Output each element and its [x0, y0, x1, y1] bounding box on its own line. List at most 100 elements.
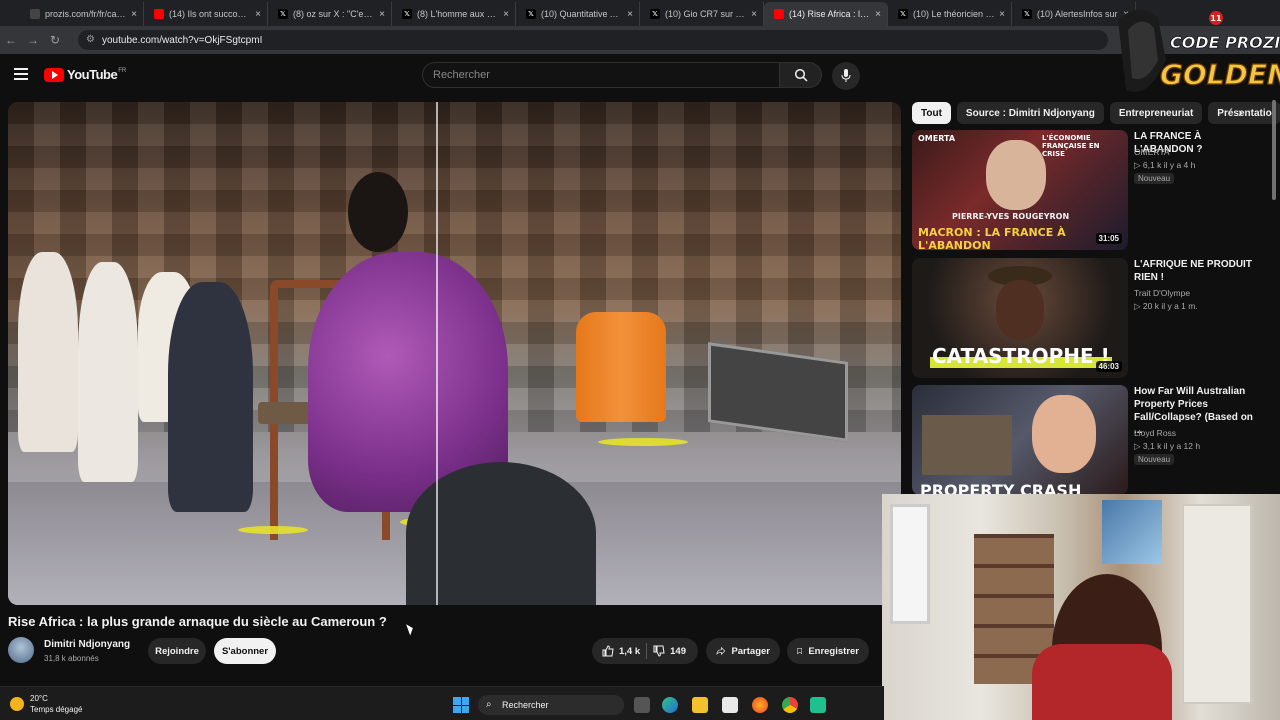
streamer-jersey — [1032, 644, 1172, 720]
microphone-icon — [841, 69, 851, 82]
video-player[interactable] — [8, 102, 901, 605]
browser-tab[interactable]: (14) Rise Africa : la pl × — [764, 2, 888, 26]
webcam-window — [890, 504, 930, 624]
store-icon[interactable] — [722, 697, 738, 713]
search-button[interactable] — [780, 62, 822, 88]
video-thumbnail[interactable]: CATASTROPHE ! 46:03 — [912, 258, 1128, 378]
new-badge: Nouveau — [1134, 173, 1175, 184]
weather-text: Temps dégagé — [30, 705, 83, 714]
share-button[interactable]: Partager — [706, 638, 780, 664]
recommendation-meta: ▷ 3,1 k il y a 12 h — [1134, 441, 1201, 451]
channel-avatar[interactable] — [8, 637, 34, 663]
thumbnail-house — [922, 415, 1012, 475]
video-thumbnail[interactable]: PROPERTY CRASH — [912, 385, 1128, 495]
webcam-poster — [1102, 500, 1162, 564]
video-duration: 46:03 — [1095, 361, 1122, 372]
video-title: Rise Africa : la plus grande arnaque du … — [8, 614, 387, 629]
weather-widget[interactable]: 20°C Temps dégagé — [10, 693, 82, 715]
stream-overlay-logo: 11 CODE PROZIS GOLDENG — [1118, 9, 1280, 92]
browser-tab[interactable]: (14) Ils ont succombé × — [144, 2, 268, 26]
scrollbar[interactable] — [1272, 100, 1276, 200]
browser-tab[interactable]: 𝕏 (10) Gio CR7 sur X : " × — [640, 2, 764, 26]
foreground-person — [406, 462, 596, 605]
search-placeholder: Rechercher — [433, 69, 490, 81]
moon-weather-icon — [10, 697, 24, 711]
taskbar-search[interactable]: ⌕ Rechercher — [478, 695, 624, 715]
video-thumbnail[interactable]: OMERTA L'ÉCONOMIE FRANÇAISE EN CRISE PIE… — [912, 130, 1128, 250]
reload-icon[interactable]: ↻ — [44, 33, 66, 47]
youtube-icon — [774, 9, 784, 19]
close-tab-icon[interactable]: × — [131, 9, 137, 20]
recommendation-item[interactable]: PROPERTY CRASH How Far Will Australian P… — [912, 385, 1262, 495]
close-tab-icon[interactable]: × — [627, 9, 633, 20]
browser-tab[interactable]: 𝕏 (10) Le théoricien sur × — [888, 2, 1012, 26]
youtube-logo-text: YouTube — [67, 67, 118, 82]
url-field[interactable]: ⚙ youtube.com/watch?v=OkjFSgtcpmI — [78, 30, 1108, 50]
firefox-icon[interactable] — [752, 697, 768, 713]
share-icon — [716, 646, 726, 656]
thumbnail-face — [1032, 395, 1096, 473]
browser-tab[interactable]: 𝕏 (8) oz sur X : "C'est te × — [268, 2, 392, 26]
thumbnail-text: PROPERTY CRASH — [920, 481, 1082, 495]
voice-search-button[interactable] — [832, 62, 860, 90]
hamburger-menu-icon[interactable] — [14, 68, 28, 83]
tab-title: (14) Rise Africa : la pl — [789, 9, 872, 19]
windows-start-icon[interactable] — [453, 697, 469, 713]
close-tab-icon[interactable]: × — [875, 9, 881, 20]
tab-title: (10) Gio CR7 sur X : " — [665, 9, 748, 19]
mouse-cursor-icon — [406, 622, 415, 636]
browser-tab[interactable]: prozis.com/fr/fr/camp × — [20, 2, 144, 26]
recommendation-item[interactable]: OMERTA L'ÉCONOMIE FRANÇAISE EN CRISE PIE… — [912, 130, 1262, 250]
audience-person — [78, 262, 138, 482]
close-tab-icon[interactable]: × — [379, 9, 385, 20]
x-icon: 𝕏 — [650, 9, 660, 19]
recommendation-item[interactable]: CATASTROPHE ! 46:03 L'AFRIQUE NE PRODUIT… — [912, 258, 1262, 378]
thumbnail-subtext: PIERRE-YVES ROUGEYRON — [952, 212, 1070, 221]
thumbs-up-icon — [602, 645, 614, 657]
close-tab-icon[interactable]: × — [999, 9, 1005, 20]
back-arrow-icon[interactable]: ← — [0, 33, 22, 47]
youtube-logo[interactable]: YouTube FR — [44, 67, 126, 82]
join-button[interactable]: Rejoindre — [148, 638, 206, 664]
recommendation-channel[interactable]: Lloyd Ross — [1134, 428, 1176, 438]
dislike-button[interactable]: 149 — [653, 645, 686, 657]
tab-title: (10) Quantitative Alte — [541, 9, 624, 19]
youtube-header: YouTube FR Rechercher — [0, 54, 1110, 96]
task-view-icon[interactable] — [634, 697, 650, 713]
recommendation-channel[interactable]: Trait D'Olympe — [1134, 288, 1190, 298]
webcam-door — [1182, 504, 1252, 704]
browser-tab[interactable]: 𝕏 (10) Quantitative Alte × — [516, 2, 640, 26]
save-button[interactable]: Enregistrer — [787, 638, 869, 664]
close-tab-icon[interactable]: × — [503, 9, 509, 20]
app-icon[interactable] — [810, 697, 826, 713]
thumbnail-tag: L'ÉCONOMIE FRANÇAISE EN CRISE — [1042, 134, 1100, 158]
prozis-icon — [30, 9, 40, 19]
tab-title: (10) AlertesInfos sur — [1037, 9, 1118, 19]
temperature: 20°C — [30, 694, 48, 703]
subscribe-button[interactable]: S'abonner — [214, 638, 276, 664]
search-input[interactable]: Rechercher — [422, 62, 780, 88]
video-duration: 31:05 — [1095, 233, 1122, 244]
thumbnail-face — [986, 140, 1046, 210]
like-button[interactable]: 1,4 k — [602, 645, 640, 657]
audience-person — [168, 282, 253, 512]
forward-arrow-icon[interactable]: → — [22, 33, 44, 47]
channel-name[interactable]: Dimitri Ndjonyang — [44, 639, 130, 650]
close-tab-icon[interactable]: × — [255, 9, 261, 20]
bookmark-icon — [797, 648, 803, 655]
like-count: 1,4 k — [619, 645, 641, 657]
filter-chip[interactable]: Source : Dimitri Ndjonyang — [956, 102, 1104, 124]
filter-chip[interactable]: Tout — [912, 102, 951, 124]
close-tab-icon[interactable]: × — [751, 9, 757, 20]
dislike-count: 149 — [670, 645, 686, 657]
recommendation-title[interactable]: L'AFRIQUE NE PRODUIT RIEN ! — [1134, 258, 1256, 284]
chrome-icon[interactable] — [782, 697, 798, 713]
file-explorer-icon[interactable] — [692, 697, 708, 713]
url-text: youtube.com/watch?v=OkjFSgtcpmI — [102, 34, 263, 46]
x-icon: 𝕏 — [402, 9, 412, 19]
browser-tab[interactable]: 𝕏 (8) L'homme aux gan × — [392, 2, 516, 26]
site-info-icon[interactable]: ⚙ — [86, 34, 95, 45]
streamer-webcam — [882, 494, 1280, 720]
edge-browser-icon[interactable] — [662, 697, 678, 713]
recommendation-channel[interactable]: OMERTA — [1134, 147, 1170, 157]
